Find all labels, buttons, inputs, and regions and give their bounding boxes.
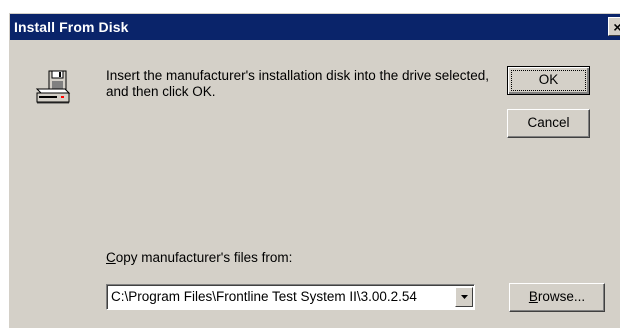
floppy-disk-drive-icon: [35, 70, 71, 104]
cancel-button-label: Cancel: [527, 115, 570, 130]
close-icon: ×: [613, 19, 620, 35]
cancel-button[interactable]: Cancel: [507, 109, 590, 138]
browse-button-label: rowse...: [537, 289, 586, 304]
browse-button-accel: B: [528, 289, 538, 304]
ok-button[interactable]: OK: [507, 66, 590, 95]
copy-from-path-input[interactable]: C:\Program Files\Frontline Test System I…: [111, 289, 452, 304]
copy-from-label-accel: C: [106, 250, 116, 265]
copy-from-label: Copy manufacturer's files from:: [106, 250, 292, 265]
browse-button[interactable]: Browse...: [509, 283, 605, 312]
close-button[interactable]: ×: [608, 17, 620, 36]
install-from-disk-dialog: Install From Disk × Insert the manufactu…: [8, 12, 620, 328]
instruction-message: Insert the manufacturer's installation d…: [106, 68, 490, 99]
focus-rectangle: [511, 70, 586, 91]
copy-from-label-rest: opy manufacturer's files from:: [115, 250, 293, 265]
copy-from-combobox[interactable]: C:\Program Files\Frontline Test System I…: [106, 284, 475, 310]
dialog-title: Install From Disk: [14, 19, 129, 35]
chevron-down-icon: [460, 295, 468, 299]
title-bar[interactable]: Install From Disk ×: [10, 14, 620, 40]
dropdown-button[interactable]: [455, 287, 473, 307]
